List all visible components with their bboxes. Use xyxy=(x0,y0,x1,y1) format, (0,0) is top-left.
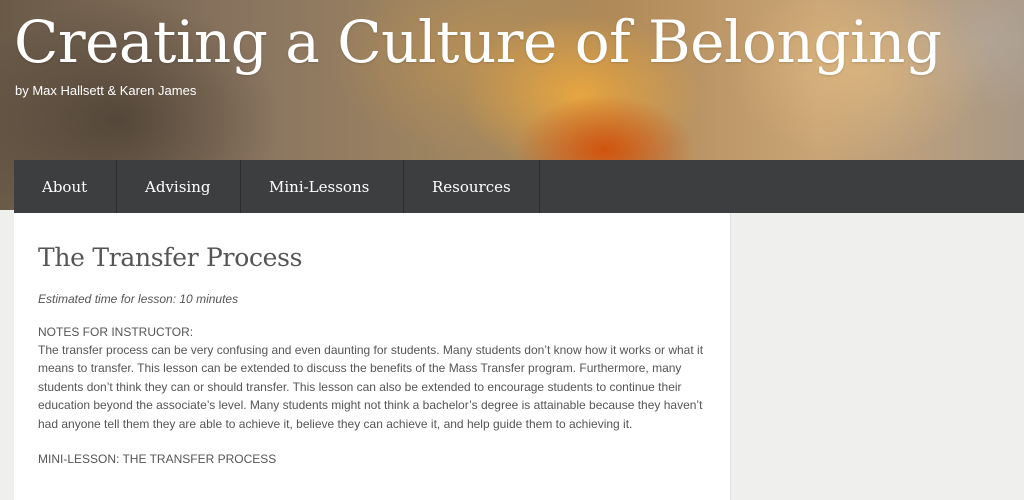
nav-item-mini-lessons[interactable]: Mini-Lessons xyxy=(241,160,404,213)
page-title: The Transfer Process xyxy=(38,243,303,272)
site-title[interactable]: Creating a Culture of Belonging xyxy=(14,8,942,76)
nav-item-label: Mini-Lessons xyxy=(269,177,370,196)
nav-item-label: About xyxy=(42,177,88,196)
site-byline: by Max Hallsett & Karen James xyxy=(15,83,197,98)
nav-item-label: Resources xyxy=(432,177,511,196)
nav-item-resources[interactable]: Resources xyxy=(404,160,540,213)
nav-item-about[interactable]: About xyxy=(14,160,117,213)
nav-item-advising[interactable]: Advising xyxy=(117,160,241,213)
estimated-time: Estimated time for lesson: 10 minutes xyxy=(38,292,239,306)
notes-body: The transfer process can be very confusi… xyxy=(38,343,704,431)
main-nav: About Advising Mini-Lessons Resources xyxy=(14,160,1024,213)
nav-item-label: Advising xyxy=(145,177,211,196)
notes-heading: NOTES FOR INSTRUCTOR: xyxy=(38,325,194,339)
mini-lesson-heading: MINI-LESSON: THE TRANSFER PROCESS xyxy=(38,452,277,467)
post-content: The Transfer Process Estimated time for … xyxy=(14,213,731,500)
